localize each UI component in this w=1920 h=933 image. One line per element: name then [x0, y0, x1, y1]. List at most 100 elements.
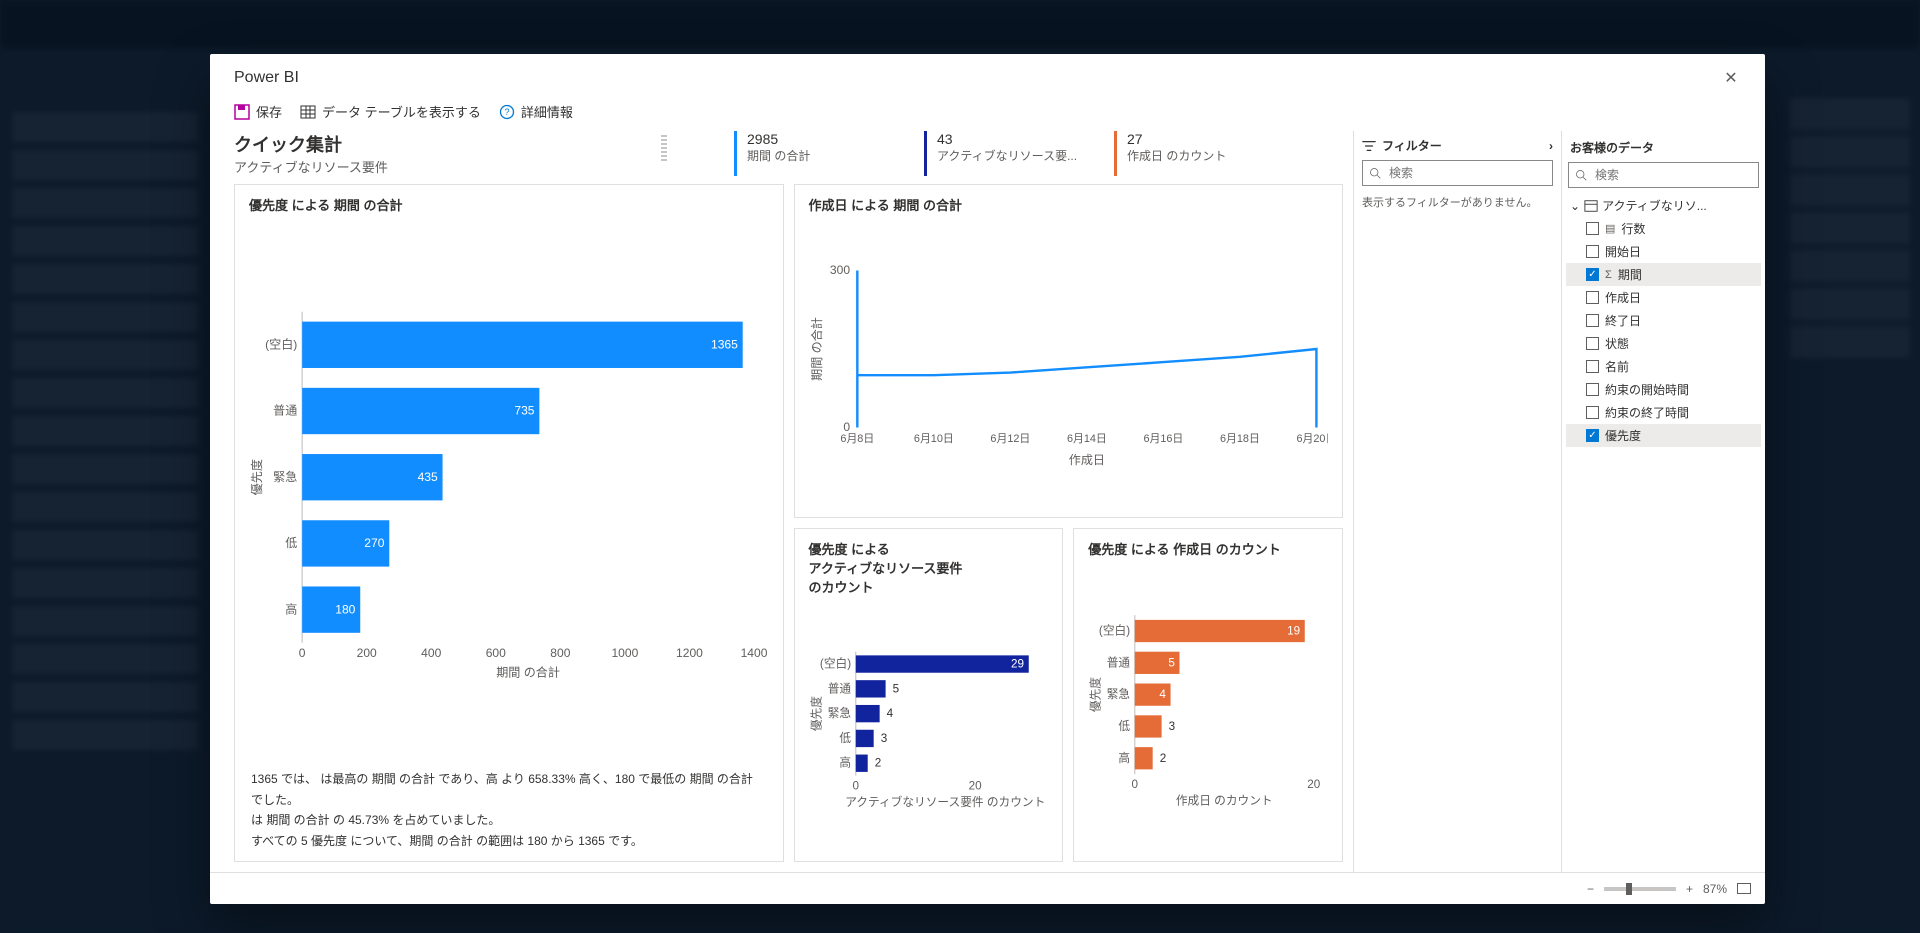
modal-header: Power BI ✕ — [210, 54, 1765, 96]
checkbox[interactable] — [1586, 360, 1599, 373]
checkbox[interactable] — [1586, 383, 1599, 396]
data-field-item[interactable]: 開始日 — [1566, 240, 1761, 263]
chart-priority-active-count[interactable]: 優先度 による アクティブなリソース要件 のカウント (空白)29普通5緊急4低… — [794, 528, 1064, 862]
field-label: 開始日 — [1605, 243, 1641, 260]
modal-toolbar: 保存 データ テーブルを表示する ? 詳細情報 — [210, 96, 1765, 131]
fit-to-page-icon[interactable] — [1737, 883, 1751, 894]
svg-text:180: 180 — [335, 602, 355, 616]
chart-priority-duration[interactable]: 優先度 による 期間 の合計 (空白)1365普通735緊急435低270高18… — [234, 184, 784, 862]
svg-text:0: 0 — [1132, 778, 1139, 791]
data-field-item[interactable]: 約束の開始時間 — [1566, 378, 1761, 401]
svg-text:29: 29 — [1011, 658, 1024, 671]
data-field-item[interactable]: 名前 — [1566, 355, 1761, 378]
filter-search-input[interactable] — [1387, 165, 1546, 181]
field-label: 約束の終了時間 — [1605, 404, 1689, 421]
svg-text:600: 600 — [486, 646, 506, 660]
data-search-input[interactable] — [1593, 167, 1752, 183]
chart-title: 優先度 による アクティブなリソース要件 のカウント — [809, 539, 1049, 596]
svg-text:19: 19 — [1287, 625, 1300, 638]
search-icon — [1369, 167, 1381, 179]
kpi-card[interactable]: 27作成日 のカウント — [1114, 131, 1274, 176]
chevron-down-icon: ⌄ — [1570, 199, 1580, 213]
field-label: 約束の開始時間 — [1605, 381, 1689, 398]
checkbox[interactable]: ✓ — [1586, 268, 1599, 281]
data-field-item[interactable]: ▤行数 — [1566, 217, 1761, 240]
svg-text:200: 200 — [357, 646, 377, 660]
svg-text:(空白): (空白) — [819, 657, 850, 671]
collapse-icon[interactable]: › — [1549, 139, 1553, 153]
summary-row: クイック集計 アクティブなリソース要件 2985期間 の合計43アクティブなリソ… — [234, 131, 1343, 176]
chart-priority-created-count[interactable]: 優先度 による 作成日 のカウント (空白)19普通5緊急4低3高2020作成日… — [1073, 528, 1343, 862]
summary-title-block: クイック集計 アクティブなリソース要件 — [234, 131, 734, 176]
data-field-item[interactable]: 約束の終了時間 — [1566, 401, 1761, 424]
svg-text:4: 4 — [1160, 688, 1167, 701]
drag-handle-icon[interactable] — [661, 135, 667, 161]
summary-sub: アクティブなリソース要件 — [234, 157, 734, 176]
data-root-label: アクティブなリソ... — [1602, 197, 1707, 214]
search-icon — [1575, 169, 1587, 181]
svg-text:普通: 普通 — [827, 681, 851, 695]
zoom-in-button[interactable]: + — [1686, 882, 1693, 896]
data-field-item[interactable]: ✓Σ期間 — [1566, 263, 1761, 286]
svg-text:4: 4 — [886, 707, 893, 720]
checkbox[interactable] — [1586, 222, 1599, 235]
zoom-out-button[interactable]: − — [1587, 882, 1594, 896]
svg-text:高: 高 — [1119, 751, 1131, 765]
filter-header: フィルター › — [1362, 137, 1553, 154]
modal-footer: − + 87% — [210, 872, 1765, 904]
kpi-card[interactable]: 43アクティブなリソース要... — [924, 131, 1084, 176]
svg-text:普通: 普通 — [1107, 655, 1131, 669]
svg-text:6月18日: 6月18日 — [1219, 433, 1259, 445]
insights-block: 1365 では、 は最高の 期間 の合計 であり、高 より 658.33% 高く… — [249, 763, 769, 851]
svg-text:6月8日: 6月8日 — [840, 433, 874, 445]
checkbox[interactable] — [1586, 406, 1599, 419]
svg-text:400: 400 — [421, 646, 441, 660]
show-data-table-button[interactable]: データ テーブルを表示する — [300, 102, 481, 121]
kpi-label: 期間 の合計 — [747, 147, 894, 164]
checkbox[interactable] — [1586, 291, 1599, 304]
summary-heading: クイック集計 — [234, 131, 734, 157]
svg-text:1000: 1000 — [611, 646, 638, 660]
data-field-item[interactable]: 状態 — [1566, 332, 1761, 355]
svg-text:6月14日: 6月14日 — [1066, 433, 1106, 445]
kpi-value: 27 — [1127, 131, 1274, 147]
svg-text:優先度: 優先度 — [1089, 677, 1103, 712]
checkbox[interactable]: ✓ — [1586, 429, 1599, 442]
close-icon[interactable]: ✕ — [1721, 68, 1741, 88]
data-field-item[interactable]: ✓ 優先度 — [1566, 424, 1761, 447]
insight-line: は 期間 の合計 の 45.73% を占めていました。 — [251, 810, 767, 830]
svg-text:(空白): (空白) — [265, 336, 297, 351]
svg-text:低: 低 — [1119, 720, 1131, 733]
svg-text:735: 735 — [514, 404, 534, 418]
chart-title: 優先度 による 期間 の合計 — [249, 195, 769, 214]
line-chart: 03006月8日6月10日6月12日6月14日6月16日6月18日6月20日作成… — [809, 220, 1329, 507]
bar-chart: (空白)19普通5緊急4低3高2020作成日 のカウント優先度 — [1088, 564, 1328, 851]
chart-created-duration[interactable]: 作成日 による 期間 の合計 03006月8日6月10日6月12日6月14日6月… — [794, 184, 1344, 518]
svg-text:1365: 1365 — [711, 337, 738, 351]
save-button[interactable]: 保存 — [234, 102, 282, 121]
field-label: 優先度 — [1605, 427, 1641, 444]
svg-text:3: 3 — [1169, 720, 1176, 733]
data-tree-root[interactable]: ⌄ アクティブなリソ... — [1566, 194, 1761, 217]
svg-text:0: 0 — [299, 646, 306, 660]
kpi-value: 43 — [937, 131, 1084, 147]
data-field-item[interactable]: 作成日 — [1566, 286, 1761, 309]
kpi-card[interactable]: 2985期間 の合計 — [734, 131, 894, 176]
details-button[interactable]: ? 詳細情報 — [499, 102, 573, 121]
filter-search[interactable] — [1362, 160, 1553, 186]
filter-panel: フィルター › 表示するフィルターがありません。 — [1353, 131, 1561, 872]
checkbox[interactable] — [1586, 337, 1599, 350]
checkbox[interactable] — [1586, 245, 1599, 258]
field-label: 期間 — [1618, 266, 1642, 283]
svg-text:緊急: 緊急 — [827, 706, 851, 720]
data-field-item[interactable]: 終了日 — [1566, 309, 1761, 332]
kpi-label: アクティブなリソース要... — [937, 147, 1084, 164]
svg-text:435: 435 — [418, 470, 438, 484]
zoom-slider[interactable] — [1604, 887, 1676, 891]
svg-text:アクティブなリソース要件 のカウント: アクティブなリソース要件 のカウント — [845, 795, 1045, 809]
save-label: 保存 — [256, 102, 282, 121]
svg-text:2: 2 — [874, 757, 881, 770]
checkbox[interactable] — [1586, 314, 1599, 327]
data-search[interactable] — [1568, 162, 1759, 188]
svg-text:(空白): (空白) — [1099, 624, 1130, 638]
